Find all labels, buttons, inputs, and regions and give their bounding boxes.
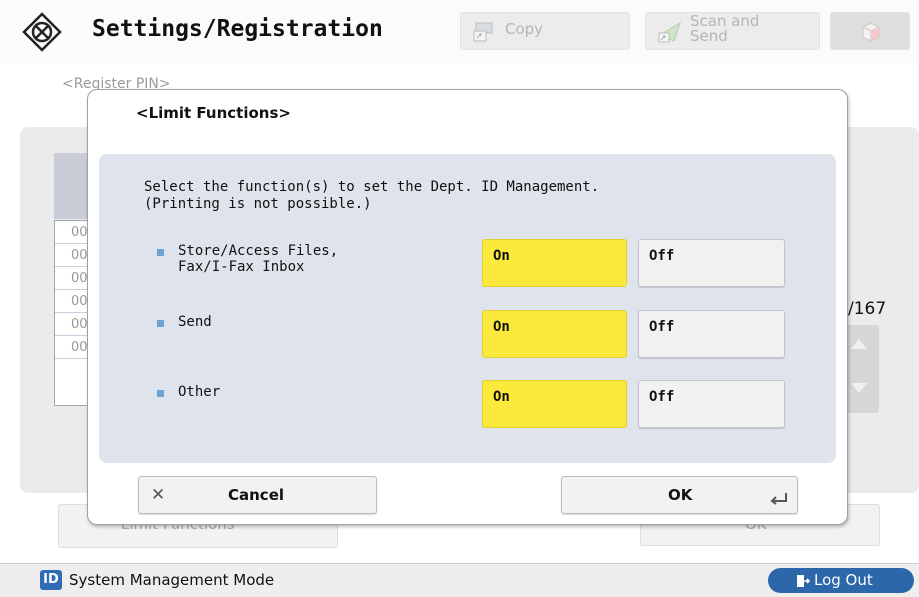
on-label: On xyxy=(493,248,510,264)
dialog-title: <Limit Functions> xyxy=(136,104,291,122)
instruction-text: Select the function(s) to set the Dept. … xyxy=(144,179,599,213)
function-label: Store/Access Files, Fax/I-Fax Inbox xyxy=(178,243,338,275)
scan-and-send-label-line2: Send xyxy=(690,27,728,45)
function-row-other: Other On Off xyxy=(99,380,836,430)
box-icon xyxy=(862,22,880,42)
scroll-down-icon[interactable] xyxy=(851,383,867,393)
bullet-icon xyxy=(157,249,164,256)
scan-and-send-label: Scan and Send xyxy=(690,14,759,44)
function-row-send: Send On Off xyxy=(99,310,836,360)
store-access-on-button[interactable]: On xyxy=(482,239,627,287)
cancel-label: Cancel xyxy=(228,486,285,504)
log-out-icon xyxy=(797,575,810,587)
function-settings-panel: Select the function(s) to set the Dept. … xyxy=(99,154,836,463)
function-label: Send xyxy=(178,314,212,330)
ok-label: OK xyxy=(668,486,693,504)
function-label-line2: Fax/I-Fax Inbox xyxy=(178,259,305,275)
function-label: Other xyxy=(178,384,221,400)
close-icon: ✕ xyxy=(151,485,166,505)
other-on-button[interactable]: On xyxy=(482,380,627,428)
send-on-button[interactable]: On xyxy=(482,310,627,358)
box-mode-button[interactable] xyxy=(830,12,910,50)
id-badge-icon: ID xyxy=(40,570,62,590)
log-out-button[interactable]: Log Out xyxy=(768,568,914,593)
limit-functions-dialog: <Limit Functions> Select the function(s)… xyxy=(87,89,848,525)
settings-registration-icon xyxy=(22,12,62,52)
scan-send-icon xyxy=(658,21,681,43)
on-label: On xyxy=(493,319,510,335)
off-label: Off xyxy=(649,319,675,335)
bullet-icon xyxy=(157,390,164,397)
status-bar: ID System Management Mode Log Out xyxy=(0,563,919,597)
bullet-icon xyxy=(157,320,164,327)
function-row-store-access: Store/Access Files, Fax/I-Fax Inbox On O… xyxy=(99,239,836,289)
page-title: Settings/Registration xyxy=(92,16,383,42)
cancel-button[interactable]: ✕ Cancel xyxy=(138,476,377,514)
scan-and-send-mode-button[interactable]: Scan and Send xyxy=(645,12,820,50)
page-count: /167 xyxy=(848,299,887,319)
off-label: Off xyxy=(649,248,675,264)
other-off-button[interactable]: Off xyxy=(638,380,785,428)
enter-icon xyxy=(770,493,787,505)
instruction-line-2: (Printing is not possible.) xyxy=(144,196,372,212)
copy-mode-button[interactable]: Copy xyxy=(460,12,630,50)
off-label: Off xyxy=(649,389,675,405)
top-bar: Settings/Registration Copy Scan and Send xyxy=(0,0,919,64)
scroll-up-icon[interactable] xyxy=(851,339,867,349)
on-label: On xyxy=(493,389,510,405)
function-label-line1: Store/Access Files, xyxy=(178,243,339,259)
send-off-button[interactable]: Off xyxy=(638,310,785,358)
copy-icon xyxy=(473,22,493,42)
status-text: System Management Mode xyxy=(69,571,275,589)
instruction-line-1: Select the function(s) to set the Dept. … xyxy=(144,179,600,195)
log-out-label: Log Out xyxy=(814,571,873,589)
copy-label: Copy xyxy=(505,20,544,38)
ok-button[interactable]: OK xyxy=(561,476,798,514)
store-access-off-button[interactable]: Off xyxy=(638,239,785,287)
